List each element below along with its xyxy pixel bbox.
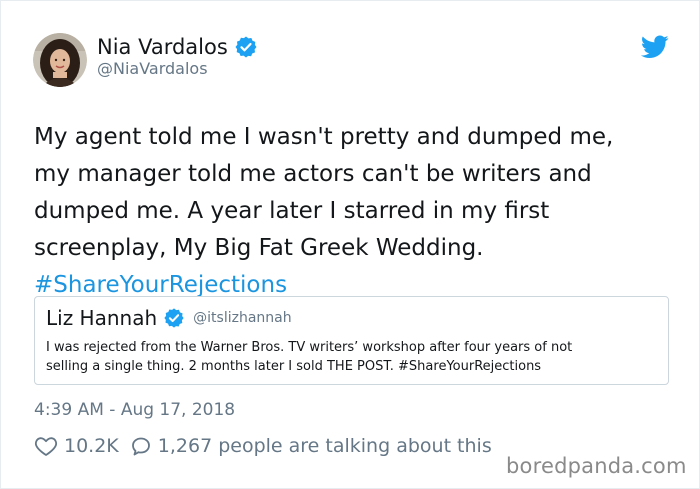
avatar[interactable] [33,33,87,87]
heart-icon[interactable] [34,434,58,458]
tweet-text: My agent told me I wasn't pretty and dum… [34,119,664,304]
tweet-card: Nia Vardalos @NiaVardalos My agent told … [0,0,700,489]
author-name-row[interactable]: Nia Vardalos [97,35,258,59]
twitter-logo-icon[interactable] [641,35,669,59]
tweet-text-line: my manager told me actors can't be write… [34,161,592,187]
avatar-photo [33,33,87,87]
tweet-timestamp[interactable]: 4:39 AM - Aug 17, 2018 [34,400,235,420]
quoted-tweet[interactable]: Liz Hannah @itslizhannah I was rejected … [34,296,669,385]
quoted-tweet-header: Liz Hannah @itslizhannah [46,306,292,330]
verified-badge-icon [164,308,184,328]
author-display-name[interactable]: Nia Vardalos [97,35,228,59]
tweet-text-line: dumped me. A year later I starred in my … [34,198,550,224]
watermark: boredpanda.com [506,454,687,478]
verified-badge-icon [235,36,257,58]
quoted-tweet-text: I was rejected from the Warner Bros. TV … [46,338,656,376]
reply-bubble-icon[interactable] [129,434,153,458]
like-count[interactable]: 10.2K [64,435,119,457]
quoted-author-handle: @itslizhannah [193,310,292,326]
tweet-text-line: My agent told me I wasn't pretty and dum… [34,124,614,150]
author-handle[interactable]: @NiaVardalos [97,59,208,78]
tweet-actions: 10.2K 1,267 people are talking about thi… [34,434,492,458]
talking-count[interactable]: 1,267 people are talking about this [158,435,492,457]
quoted-tweet-text-line: I was rejected from the Warner Bros. TV … [46,340,573,355]
quoted-author-name: Liz Hannah [46,306,158,330]
tweet-text-line: screenplay, My Big Fat Greek Wedding. [34,235,484,261]
quoted-tweet-text-line: selling a single thing. 2 months later I… [46,359,542,374]
